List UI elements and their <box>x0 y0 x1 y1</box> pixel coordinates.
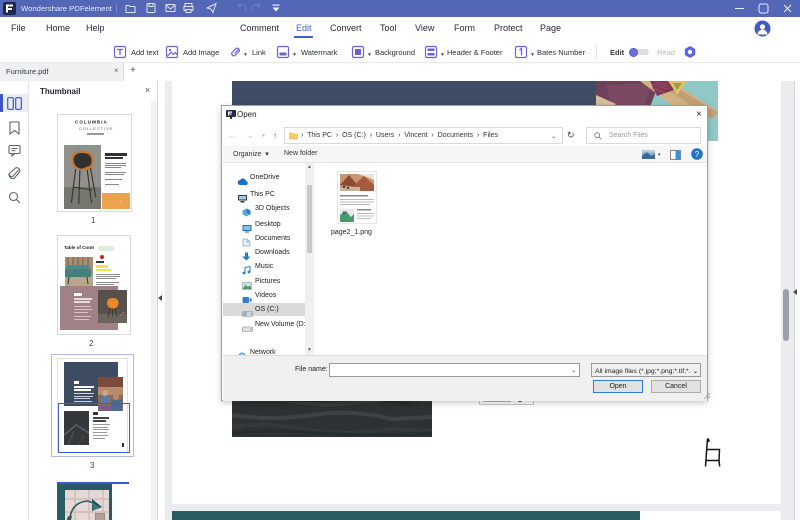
svg-text:?: ? <box>695 150 700 159</box>
